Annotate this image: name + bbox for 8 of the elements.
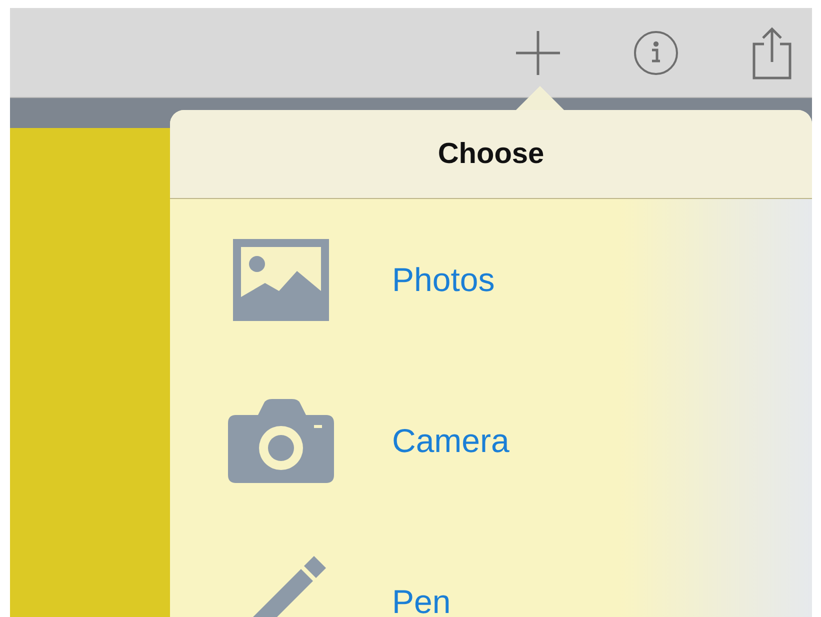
share-icon[interactable] [750,26,794,80]
menu-item[interactable]: Photos [170,199,812,360]
camera-icon [228,398,334,482]
popover-title: Choose [170,110,812,199]
menu-item[interactable]: Camera [170,360,812,521]
add-icon[interactable] [514,28,562,76]
info-icon[interactable] [632,28,680,76]
menu-item[interactable]: Pen [170,521,812,617]
